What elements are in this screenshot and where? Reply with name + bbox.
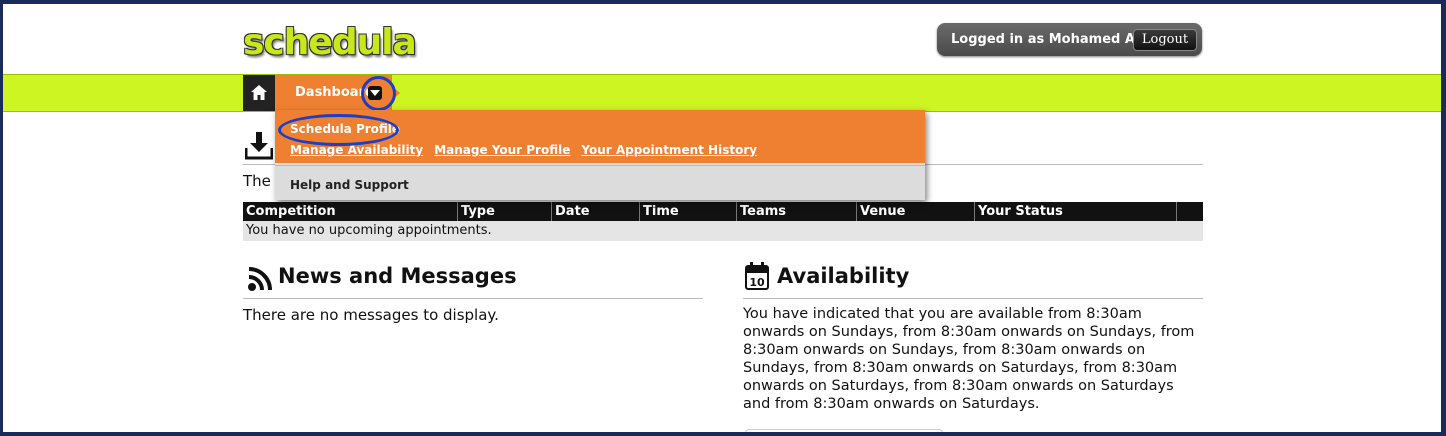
availability-divider (743, 298, 1203, 299)
home-icon (251, 85, 267, 100)
table-header: Competition Type Date Time Teams Venue Y… (243, 202, 1203, 221)
availability-heading: Availability (777, 264, 910, 288)
main-nav: Dashboard (3, 74, 1441, 112)
col-time[interactable]: Time (640, 202, 737, 221)
home-button[interactable] (243, 75, 275, 111)
news-heading: News and Messages (278, 264, 517, 288)
rss-icon (247, 266, 273, 296)
news-divider (243, 298, 703, 299)
news-empty-text: There are no messages to display. (243, 306, 499, 324)
appointments-table: Competition Type Date Time Teams Venue Y… (243, 202, 1203, 241)
calendar-icon: 10 (745, 262, 769, 294)
upcoming-intro-text: The (243, 172, 271, 190)
link-appointment-history[interactable]: Your Appointment History (581, 143, 757, 157)
menu-item-help-label: Help and Support (290, 178, 409, 192)
calendar-day: 10 (749, 276, 765, 289)
col-teams[interactable]: Teams (737, 202, 857, 221)
availability-text: You have indicated that you are availabl… (743, 306, 1195, 412)
logout-button[interactable]: Logout (1133, 29, 1197, 51)
col-date[interactable]: Date (552, 202, 640, 221)
logged-in-text: Logged in as Mohamed Abdi (951, 32, 1158, 47)
profile-links: Manage Availability Manage Your Profile Yo… (290, 143, 768, 157)
col-competition[interactable]: Competition (243, 202, 458, 221)
col-venue[interactable]: Venue (857, 202, 975, 221)
schedula-logo[interactable]: schedula (243, 22, 417, 63)
page: schedula Logged in as Mohamed Abdi Logou… (3, 4, 1441, 432)
col-your-status[interactable]: Your Status (975, 202, 1177, 221)
link-manage-your-profile[interactable]: Manage Your Profile (434, 143, 570, 157)
download-icon (244, 132, 274, 164)
col-type[interactable]: Type (458, 202, 552, 221)
availability-action-box[interactable] (745, 429, 943, 432)
highlight-ring-schedula-profile (278, 114, 399, 146)
user-panel: Logged in as Mohamed Abdi Logout (937, 23, 1202, 56)
highlight-ring-dropdown-toggle (361, 76, 396, 111)
table-empty-row: You have no upcoming appointments. (243, 221, 1203, 241)
menu-item-help[interactable]: Help and Support (275, 165, 925, 199)
